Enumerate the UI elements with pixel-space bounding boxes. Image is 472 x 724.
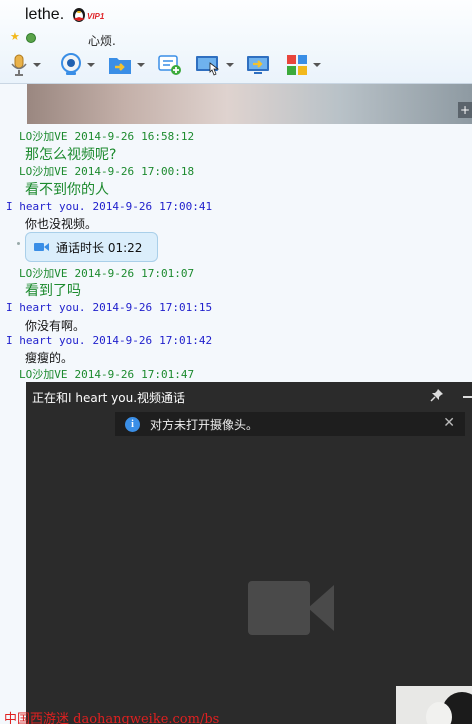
message-time: 16:58:12	[141, 130, 195, 143]
video-call-panel[interactable]: 正在和I heart you.视频通话 i 对方未打开摄像头。 ✕	[26, 382, 472, 724]
qq-penguin-icon	[73, 8, 85, 22]
chevron-down-icon[interactable]	[137, 63, 145, 67]
camera-off-notice: i 对方未打开摄像头。 ✕	[115, 412, 465, 436]
send-file-button[interactable]	[108, 50, 145, 80]
expand-icon[interactable]: +	[458, 102, 472, 118]
sender-name[interactable]: LO沙加VE	[19, 130, 68, 143]
contact-signature: 心烦.	[88, 34, 116, 48]
message-header: LO沙加VE 2014-9-26 17:01:07	[19, 265, 201, 281]
message-header: I heart you. 2014-9-26 17:01:15	[6, 301, 219, 314]
pin-icon[interactable]	[430, 388, 444, 402]
chevron-down-icon[interactable]	[33, 63, 41, 67]
message-text: 看到了吗	[25, 283, 81, 299]
video-call-titlebar[interactable]: 正在和I heart you.视频通话	[26, 382, 472, 410]
message-date: 2014-9-26	[92, 334, 153, 347]
contact-nickname[interactable]: lethe.	[25, 6, 64, 24]
message-date: 2014-9-26	[74, 368, 135, 381]
chat-header: lethe. VIP1 ★ 心烦.	[0, 0, 472, 84]
remote-assist-button[interactable]	[195, 50, 234, 80]
message-time: 17:01:07	[141, 267, 195, 280]
microphone-icon	[11, 54, 27, 76]
remote-assist-icon	[196, 56, 220, 76]
message-time: 17:01:47	[141, 368, 195, 381]
message-header: I heart you. 2014-9-26 17:01:42	[6, 334, 219, 347]
message-header: LO沙加VE 2014-9-26 17:01:47	[19, 366, 201, 382]
notice-text: 对方未打开摄像头。	[150, 417, 259, 432]
message-time: 17:01:15	[159, 301, 213, 314]
chevron-down-icon[interactable]	[226, 63, 234, 67]
message-time: 17:00:41	[159, 200, 213, 213]
close-icon[interactable]: ✕	[443, 416, 455, 430]
message-date: 2014-9-26	[74, 267, 135, 280]
screen-share-icon	[247, 56, 269, 74]
chevron-down-icon[interactable]	[313, 63, 321, 67]
message-header: LO沙加VE 2014-9-26 16:58:12	[19, 128, 201, 144]
message-date: 2014-9-26	[92, 301, 153, 314]
message-text: 你也没视频。	[25, 217, 98, 231]
video-call-title: 正在和I heart you.视频通话	[32, 391, 186, 405]
message-date: 2014-9-26	[92, 200, 153, 213]
message-header: I heart you. 2014-9-26 17:00:41	[6, 200, 219, 213]
chevron-down-icon[interactable]	[87, 63, 95, 67]
video-camera-placeholder-icon	[248, 581, 334, 635]
watermark: 中国西游迷 daohangweike.com/bs	[4, 712, 220, 724]
sender-name[interactable]: I heart you.	[6, 334, 85, 347]
send-file-icon	[109, 58, 131, 74]
webcam-icon	[61, 53, 81, 75]
call-duration-text: 通话时长 01:22	[56, 240, 143, 255]
screen-share-button[interactable]	[246, 50, 270, 80]
add-chat-icon	[158, 55, 181, 75]
message-header: LO沙加VE 2014-9-26 17:00:18	[19, 163, 201, 179]
message-text: 你没有啊。	[25, 319, 86, 333]
new-chat-button[interactable]	[158, 50, 182, 80]
message-date: 2014-9-26	[74, 130, 135, 143]
apps-button[interactable]	[286, 50, 321, 80]
call-duration-bubble[interactable]: 通话时长 01:22	[25, 232, 158, 262]
message-text: 那怎么视频呢?	[25, 147, 117, 163]
message-date: 2014-9-26	[74, 165, 135, 178]
qzone-icon[interactable]	[26, 33, 36, 43]
bubble-dot	[17, 242, 20, 245]
sender-name[interactable]: LO沙加VE	[19, 267, 68, 280]
sender-name[interactable]: I heart you.	[6, 200, 85, 213]
shared-photo[interactable]: +	[27, 84, 472, 124]
apps-icon	[287, 55, 307, 75]
minimize-icon[interactable]	[463, 396, 472, 398]
video-call-button[interactable]	[60, 50, 95, 80]
info-icon: i	[125, 416, 140, 432]
chat-toolbar	[0, 50, 472, 82]
message-text: 瘦瘦的。	[25, 351, 74, 365]
voice-call-button[interactable]	[10, 50, 41, 80]
message-time: 17:01:42	[159, 334, 213, 347]
message-time: 17:00:18	[141, 165, 195, 178]
message-text: 看不到你的人	[25, 182, 109, 198]
vip-badge: VIP1	[87, 12, 105, 21]
preview-face	[426, 702, 452, 724]
self-video-preview[interactable]	[396, 686, 472, 724]
sender-name[interactable]: I heart you.	[6, 301, 85, 314]
star-icon: ★	[10, 30, 20, 43]
sender-name[interactable]: LO沙加VE	[19, 165, 68, 178]
sender-name[interactable]: LO沙加VE	[19, 368, 68, 381]
video-camera-icon	[34, 243, 49, 251]
chat-margin	[0, 382, 26, 724]
